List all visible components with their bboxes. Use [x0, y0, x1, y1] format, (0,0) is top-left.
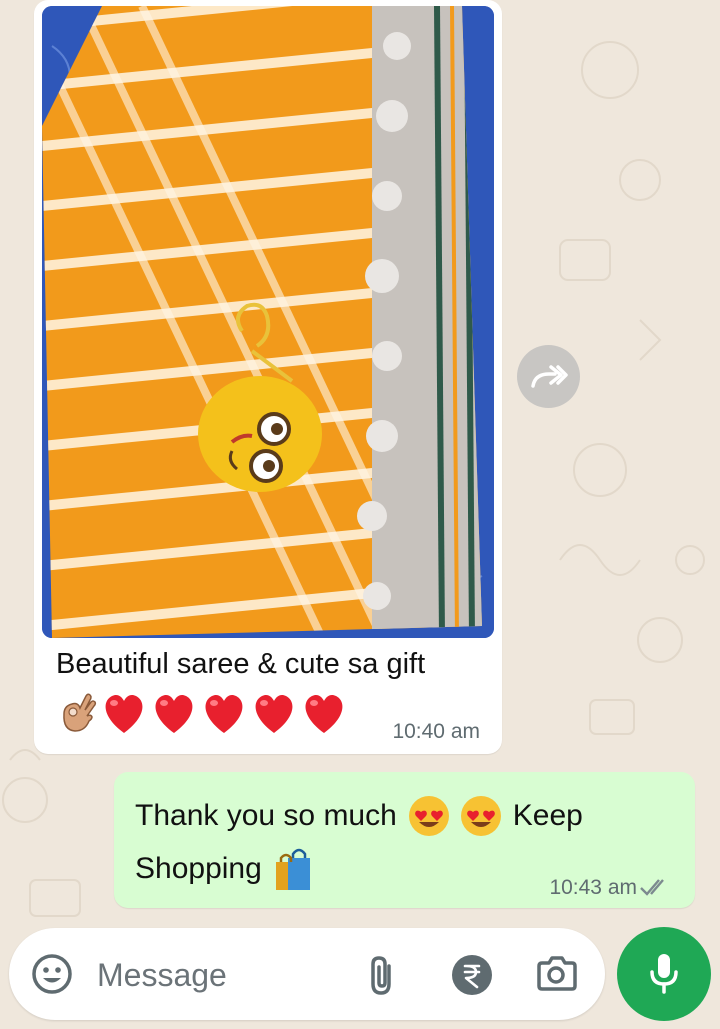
outgoing-timestamp: 10:43 am: [549, 876, 637, 899]
outgoing-message-bubble[interactable]: Thank you so much Keep Shopping 10:43 am: [114, 772, 695, 908]
forward-icon: [530, 364, 568, 388]
outgoing-text-part3: Shopping: [135, 852, 262, 885]
message-input[interactable]: [95, 950, 339, 1000]
outgoing-text-part1: Thank you so much: [135, 799, 397, 832]
saree-photo[interactable]: [42, 6, 494, 638]
microphone-icon: [650, 954, 678, 994]
red-heart-emoji: [155, 694, 193, 733]
forward-button[interactable]: [517, 345, 580, 408]
ok-hand-emoji: [63, 693, 97, 732]
outgoing-text-part2: Keep: [512, 799, 583, 832]
smiley-icon[interactable]: [31, 953, 73, 995]
incoming-emoji-row: [56, 690, 348, 736]
camera-icon[interactable]: [535, 954, 577, 994]
voice-message-button[interactable]: [617, 927, 711, 1021]
shopping-bags-emoji: [275, 848, 310, 890]
message-compose-bar: [9, 928, 605, 1020]
paperclip-icon[interactable]: [367, 954, 397, 996]
delivered-ticks-icon: [640, 879, 664, 896]
rupee-icon[interactable]: [451, 954, 493, 996]
incoming-message-bubble[interactable]: Beautiful saree & cute sa gift 10:40 am: [34, 0, 502, 754]
heart-eyes-emoji: [460, 796, 501, 836]
outgoing-text-line2: Shopping: [135, 846, 318, 892]
heart-eyes-emoji: [408, 796, 449, 836]
red-heart-emoji: [305, 694, 343, 733]
red-heart-emoji: [205, 694, 243, 733]
outgoing-text-line1: Thank you so much Keep: [135, 794, 583, 838]
red-heart-emoji: [105, 694, 143, 733]
incoming-timestamp: 10:40 am: [392, 720, 480, 743]
red-heart-emoji: [255, 694, 293, 733]
incoming-caption: Beautiful saree & cute sa gift: [56, 648, 426, 680]
